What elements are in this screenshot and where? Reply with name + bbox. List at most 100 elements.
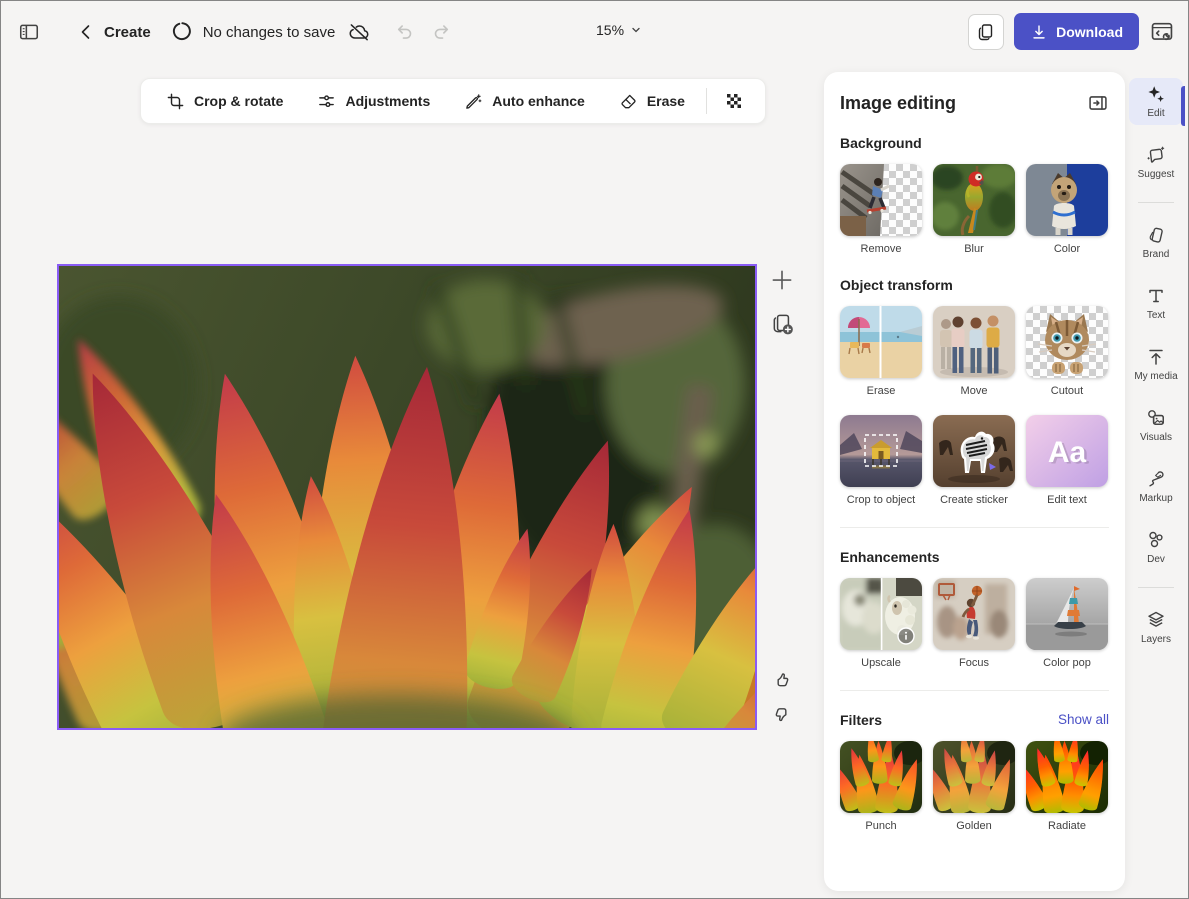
chevron-down-icon (630, 24, 642, 36)
sidebar-item-text[interactable]: Text (1129, 280, 1183, 327)
thumbs-up-icon[interactable] (770, 669, 794, 693)
toolbar-button-auto-enhance[interactable]: Auto enhance (447, 79, 602, 123)
image-editing-panel: Image editing BackgroundRemoveBlurColorO… (824, 72, 1125, 891)
redo-icon[interactable] (431, 21, 453, 43)
sidebar-divider (1138, 587, 1174, 588)
card-label: Crop to object (847, 494, 915, 507)
thumbnail-radiate (1026, 741, 1108, 813)
canvas[interactable] (57, 264, 757, 730)
sidebar-item-visuals[interactable]: Visuals (1129, 402, 1183, 449)
card-color-pop[interactable]: Color pop (1026, 578, 1108, 670)
section-title: Filters (840, 712, 882, 728)
thumbnail-erase (840, 306, 922, 378)
download-label: Download (1056, 24, 1123, 40)
card-edit-text[interactable]: AaAaEdit text (1026, 415, 1108, 507)
copy-icon (976, 22, 996, 42)
sidebar-item-label: Brand (1143, 249, 1170, 260)
card-color[interactable]: Color (1026, 164, 1108, 256)
show-all-link[interactable]: Show all (1058, 712, 1109, 727)
thumbnail-move (933, 306, 1015, 378)
thumbs-down-icon[interactable] (770, 703, 794, 727)
card-cutout[interactable]: Cutout (1026, 306, 1108, 398)
my-media-icon (1145, 346, 1167, 368)
download-icon (1030, 23, 1048, 41)
card-label: Upscale (861, 657, 901, 670)
download-button[interactable]: Download (1014, 13, 1139, 50)
active-tab-indicator (1181, 86, 1185, 126)
sidebar-item-label: Suggest (1138, 169, 1175, 180)
panel-toggle-icon[interactable] (18, 21, 40, 43)
suggest-icon (1145, 144, 1167, 166)
sidebar-item-label: Markup (1139, 493, 1172, 504)
transparency-button[interactable] (711, 79, 757, 123)
section-object-transform: Object transformEraseMoveCutoutCrop to o… (840, 277, 1109, 507)
card-label: Move (961, 385, 988, 398)
toolbar-button-erase[interactable]: Erase (602, 79, 702, 123)
card-remove[interactable]: Remove (840, 164, 922, 256)
card-label: Golden (956, 820, 991, 833)
save-status-text: No changes to save (203, 24, 336, 41)
card-punch[interactable]: Punch (840, 741, 922, 833)
duplicate-page-icon[interactable] (770, 311, 796, 337)
section-title: Background (840, 135, 922, 151)
card-label: Focus (959, 657, 989, 670)
undo-icon[interactable] (393, 21, 415, 43)
markup-icon (1145, 468, 1167, 490)
toolbar-button-crop-rotate[interactable]: Crop & rotate (149, 79, 300, 123)
text-icon (1145, 285, 1167, 307)
card-golden[interactable]: Golden (933, 741, 1015, 833)
sidebar-item-label: My media (1134, 371, 1177, 382)
card-label: Blur (964, 243, 984, 256)
back-chevron-icon[interactable] (76, 22, 96, 42)
crop-icon (166, 92, 185, 111)
card-label: Cutout (1051, 385, 1083, 398)
thumbnail-edit-text: AaAa (1026, 415, 1108, 487)
thumbnail-focus (933, 578, 1015, 650)
sidebar-item-edit[interactable]: Edit (1129, 78, 1183, 125)
cloud-off-icon (347, 20, 371, 44)
section-divider (840, 527, 1109, 528)
zoom-level-value: 15% (596, 22, 624, 38)
sidebar-item-my-media[interactable]: My media (1129, 341, 1183, 388)
toolbar-button-adjustments[interactable]: Adjustments (300, 79, 447, 123)
panel-title: Image editing (840, 93, 956, 114)
collapse-panel-icon[interactable] (1087, 92, 1109, 114)
toolbar-divider (706, 88, 707, 114)
card-focus[interactable]: Focus (933, 578, 1015, 670)
sidebar-item-dev[interactable]: Dev (1129, 524, 1183, 571)
card-radiate[interactable]: Radiate (1026, 741, 1108, 833)
toolbar-button-label: Erase (647, 93, 685, 109)
sidebar-item-markup[interactable]: Markup (1129, 463, 1183, 510)
card-upscale[interactable]: Upscale (840, 578, 922, 670)
layers-icon (1145, 609, 1167, 631)
card-crop-to-object[interactable]: Crop to object (840, 415, 922, 507)
card-create-sticker[interactable]: Create sticker (933, 415, 1015, 507)
card-label: Remove (861, 243, 902, 256)
sidebar-item-label: Edit (1147, 108, 1164, 119)
sidebar-divider (1138, 202, 1174, 203)
toolbar-button-label: Crop & rotate (194, 93, 283, 109)
copy-button[interactable] (968, 14, 1004, 50)
card-move[interactable]: Move (933, 306, 1015, 398)
add-page-icon[interactable] (769, 267, 795, 293)
top-bar: Create No changes to save 15% (0, 0, 1189, 64)
section-title: Enhancements (840, 549, 940, 565)
auto-enhance-icon (464, 92, 483, 111)
thumbnail-create-sticker (933, 415, 1015, 487)
adjustments-icon (317, 92, 336, 111)
sidebar-item-suggest[interactable]: Suggest (1129, 139, 1183, 186)
sidebar-item-layers[interactable]: Layers (1129, 604, 1183, 651)
card-label: Color (1054, 243, 1080, 256)
designer-logo-icon (169, 19, 195, 45)
section-background: Background Remove Blur Color (840, 135, 1109, 256)
section-filters: Filters Show all Punch Golden Radiate (840, 712, 1109, 833)
card-blur[interactable]: Blur (933, 164, 1015, 256)
zoom-control[interactable]: 15% (596, 22, 642, 38)
edit-toolbar: Crop & rotate AdjustmentsAuto enhance Eras… (140, 78, 766, 124)
thumbnail-golden (933, 741, 1015, 813)
sidebar-item-brand[interactable]: Brand (1129, 219, 1183, 266)
dev-tools-icon[interactable] (1149, 19, 1175, 45)
sidebar-item-label: Layers (1141, 634, 1171, 645)
card-erase[interactable]: Erase (840, 306, 922, 398)
create-nav-link[interactable]: Create (104, 24, 151, 41)
